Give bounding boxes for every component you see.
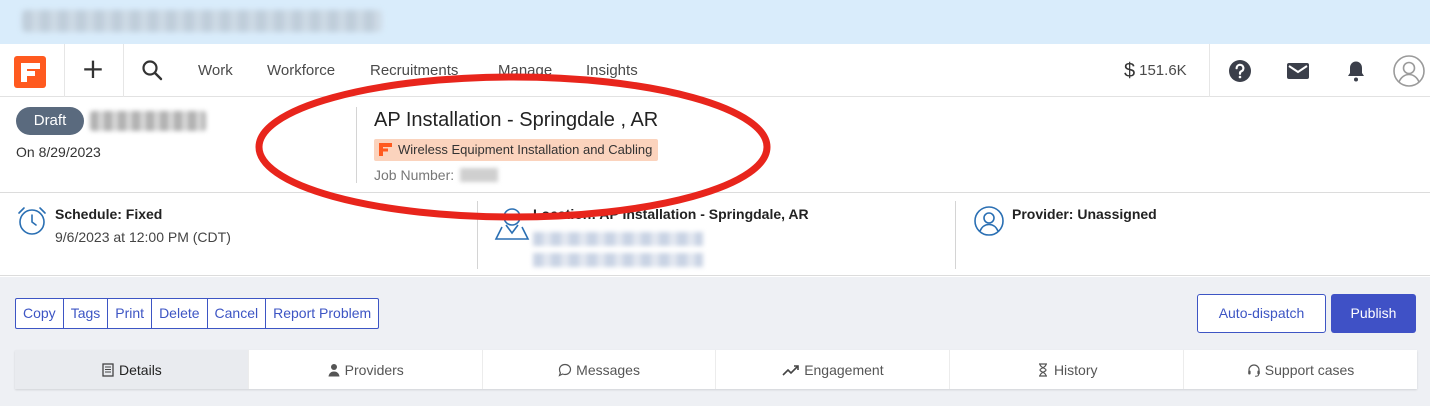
job-number-label: Job Number: — [374, 167, 455, 183]
auto-dispatch-button[interactable]: Auto-dispatch — [1197, 294, 1326, 333]
user-circle-icon — [974, 206, 1004, 236]
status-badge: Draft — [16, 107, 84, 135]
tab-support-cases[interactable]: Support cases — [1184, 350, 1417, 389]
top-navigation: + Work Workforce Recruitments Manage Ins… — [0, 44, 1430, 97]
nav-divider — [123, 44, 124, 97]
tab-details[interactable]: Details — [15, 350, 249, 389]
redacted-address-line-1 — [533, 232, 703, 246]
nav-link-manage[interactable]: Manage — [498, 62, 552, 79]
tab-messages[interactable]: Messages — [483, 350, 717, 389]
header-divider — [356, 107, 357, 183]
tags-button[interactable]: Tags — [64, 299, 109, 328]
info-row: Schedule: Fixed 9/6/2023 at 12:00 PM (CD… — [0, 193, 1430, 276]
tab-label: Providers — [344, 361, 404, 378]
copy-button[interactable]: Copy — [16, 299, 64, 328]
type-of-work-label: Wireless Equipment Installation and Cabl… — [398, 142, 653, 157]
nav-link-recruitments[interactable]: Recruitments — [370, 62, 458, 79]
action-bar: Copy Tags Print Delete Cancel Report Pro… — [0, 277, 1430, 349]
job-number: Job Number: — [374, 167, 499, 183]
redacted-banner-text — [22, 10, 382, 32]
work-order-header: Draft On 8/29/2023 AP Installation - Spr… — [0, 97, 1430, 193]
hourglass-icon — [1038, 362, 1047, 377]
tab-history[interactable]: History — [950, 350, 1185, 389]
map-pin-icon — [494, 208, 530, 240]
search-icon[interactable] — [140, 58, 164, 82]
balance-amount: 151.6K — [1139, 62, 1187, 79]
document-icon — [102, 362, 114, 377]
redacted-work-order-id — [90, 111, 206, 131]
chat-bubble-icon — [558, 363, 572, 377]
tab-label: Engagement — [804, 361, 884, 378]
schedule-detail: 9/6/2023 at 12:00 PM (CDT) — [55, 229, 231, 245]
page-title: AP Installation - Springdale , AR — [374, 109, 659, 131]
alarm-clock-icon — [18, 207, 46, 235]
trend-icon — [782, 364, 799, 376]
fieldnation-mini-icon — [379, 143, 392, 156]
dollar-icon: $ — [1124, 60, 1136, 82]
mail-icon[interactable] — [1286, 59, 1310, 83]
nav-link-work[interactable]: Work — [198, 62, 233, 79]
info-divider — [477, 201, 478, 269]
tab-engagement[interactable]: Engagement — [716, 350, 951, 389]
publish-button[interactable]: Publish — [1331, 294, 1416, 333]
help-icon[interactable] — [1228, 59, 1252, 83]
tab-providers[interactable]: Providers — [249, 350, 483, 389]
fieldnation-logo-icon[interactable] — [14, 56, 46, 88]
tab-label: Messages — [576, 361, 640, 378]
location-title: Location: AP Installation - Springdale, … — [533, 206, 809, 222]
nav-link-workforce[interactable]: Workforce — [267, 62, 335, 79]
nav-divider — [64, 44, 65, 97]
info-divider — [955, 201, 956, 269]
browser-banner — [0, 0, 1430, 44]
action-button-group: Copy Tags Print Delete Cancel Report Pro… — [15, 298, 380, 329]
type-of-work-tag: Wireless Equipment Installation and Cabl… — [374, 139, 659, 161]
print-button[interactable]: Print — [108, 299, 153, 328]
headset-icon — [1247, 363, 1260, 377]
redacted-address-line-2 — [533, 253, 703, 267]
tab-bar-wrapper: Details Providers Messages Engagement Hi… — [0, 349, 1430, 406]
report-problem-button[interactable]: Report Problem — [266, 299, 378, 328]
add-icon[interactable]: + — [80, 55, 106, 84]
tab-label: History — [1053, 361, 1098, 378]
provider-title: Provider: Unassigned — [1012, 206, 1157, 222]
schedule-title: Schedule: Fixed — [55, 206, 163, 222]
tab-bar: Details Providers Messages Engagement Hi… — [15, 350, 1417, 389]
avatar[interactable] — [1393, 55, 1425, 87]
tab-label: Support cases — [1264, 361, 1355, 378]
person-icon — [328, 363, 340, 376]
bell-icon[interactable] — [1344, 59, 1368, 83]
redacted-job-number — [460, 168, 499, 182]
account-balance[interactable]: $151.6K — [1124, 60, 1187, 83]
nav-divider — [1209, 44, 1210, 97]
nav-link-insights[interactable]: Insights — [586, 62, 638, 79]
cancel-button[interactable]: Cancel — [208, 299, 267, 328]
delete-button[interactable]: Delete — [152, 299, 208, 328]
tab-label: Details — [119, 361, 162, 378]
created-date: On 8/29/2023 — [16, 144, 101, 160]
